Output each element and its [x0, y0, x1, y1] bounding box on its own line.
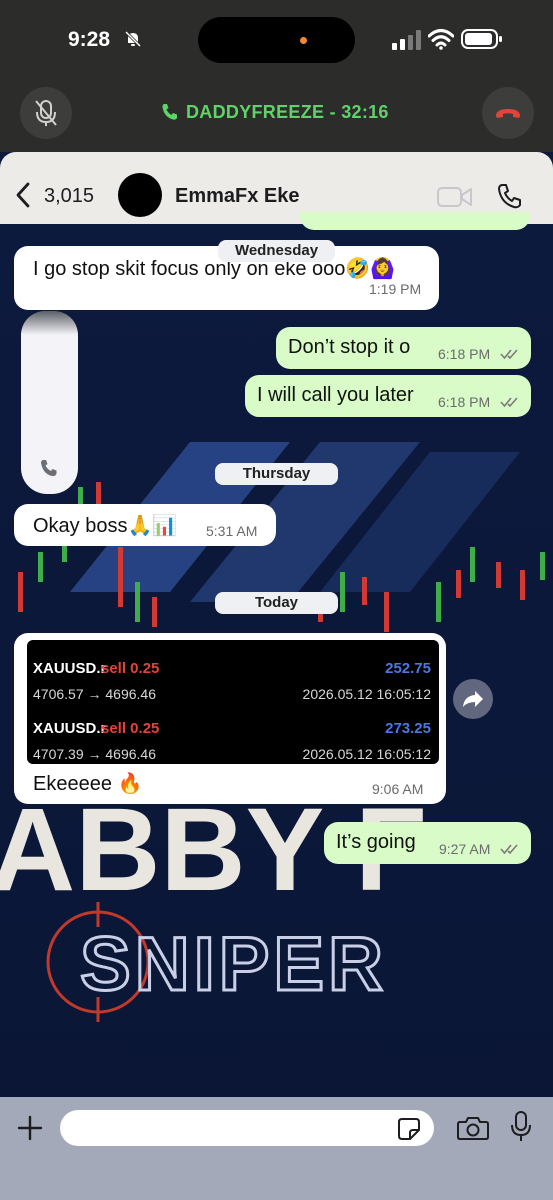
mic-off-icon — [35, 100, 57, 126]
back-chevron-icon[interactable] — [14, 182, 32, 208]
trade-side: sell 0.25 — [101, 660, 160, 677]
mute-call-button[interactable] — [20, 87, 72, 139]
avatar[interactable] — [118, 173, 162, 217]
trade-timestamp: 2026.05.12 16:05:12 — [302, 746, 431, 762]
trade-symbol: XAUUSD.r — [33, 720, 107, 737]
mic-icon[interactable] — [510, 1111, 532, 1143]
wifi-icon — [428, 29, 454, 50]
date-divider-thursday: Thursday — [215, 463, 338, 485]
message-bubble-outgoing[interactable]: It’s going 9:27 AM — [324, 822, 531, 864]
battery-icon — [461, 29, 502, 49]
phone-icon — [41, 460, 57, 477]
plus-icon[interactable] — [16, 1114, 44, 1142]
trade-prices: 4707.39 → 4696.46 — [33, 746, 156, 762]
forward-icon — [463, 691, 483, 707]
chat-window: ABBY F SNIPER 3,015 EmmaFx Eke I go stop… — [0, 152, 553, 1200]
message-text: Ekeeeee 🔥 — [33, 773, 143, 795]
wallpaper-brand-line2: SNIPER — [80, 922, 387, 1007]
message-bubble-partial[interactable] — [300, 212, 530, 230]
trade-timestamp: 2026.05.12 16:05:12 — [302, 686, 431, 702]
message-text: It’s going — [336, 831, 416, 853]
phone-icon — [162, 104, 177, 120]
message-text: I will call you later — [257, 384, 414, 406]
message-bubble-outgoing[interactable]: Don’t stop it o 6:18 PM — [276, 327, 531, 369]
read-receipt-icon — [500, 397, 518, 408]
trade-profit: 252.75 — [385, 660, 431, 677]
message-text: I go stop skit focus only on eke ooo🤣🙆‍♀… — [33, 258, 396, 280]
phone-icon[interactable] — [496, 182, 524, 210]
call-banner[interactable]: DADDYFREEZE - 32:16 — [186, 102, 389, 123]
read-receipt-icon — [500, 349, 518, 360]
message-input[interactable] — [60, 1110, 434, 1146]
forward-button[interactable] — [453, 679, 493, 719]
call-log-tile[interactable] — [21, 311, 78, 494]
message-bubble-outgoing[interactable]: I will call you later 6:18 PM — [245, 375, 531, 417]
message-time: 9:27 AM — [439, 841, 491, 857]
dynamic-island — [198, 17, 355, 63]
message-text: Don’t stop it o — [288, 336, 411, 358]
message-time: 6:18 PM — [438, 394, 491, 410]
contact-name[interactable]: EmmaFx Eke — [175, 185, 300, 208]
video-icon[interactable] — [437, 185, 473, 209]
message-text: Okay boss🙏📊 — [33, 515, 178, 537]
read-receipt-icon — [500, 844, 518, 855]
status-time: 9:28 — [68, 28, 111, 51]
date-divider-wednesday: Wednesday — [218, 240, 335, 262]
trade-screenshot[interactable]: XAUUSD.r sell 0.25 252.75 4706.57 → 4696… — [27, 640, 439, 764]
trade-side: sell 0.25 — [101, 720, 160, 737]
sticker-icon[interactable] — [397, 1117, 421, 1141]
message-time: 1:19 PM — [369, 281, 422, 297]
end-call-button[interactable] — [482, 87, 534, 139]
privacy-indicator — [300, 37, 307, 44]
message-time: 6:18 PM — [438, 346, 491, 362]
trade-symbol: XAUUSD.r — [33, 660, 107, 677]
message-bubble-incoming[interactable]: Okay boss🙏📊 5:31 AM — [14, 504, 276, 546]
trade-profit: 273.25 — [385, 720, 431, 737]
trade-prices: 4706.57 → 4696.46 — [33, 686, 156, 702]
message-time: 5:31 AM — [206, 523, 258, 539]
message-time: 9:06 AM — [372, 781, 424, 797]
end-call-icon — [496, 109, 520, 118]
back-unread-count[interactable]: 3,015 — [44, 185, 94, 208]
date-divider-today: Today — [215, 592, 338, 614]
signal-icon — [392, 30, 421, 50]
bell-slash-icon — [124, 30, 142, 48]
camera-icon[interactable] — [457, 1115, 489, 1141]
status-area: 9:28 DADDYFREEZE - 32:16 — [0, 0, 553, 152]
